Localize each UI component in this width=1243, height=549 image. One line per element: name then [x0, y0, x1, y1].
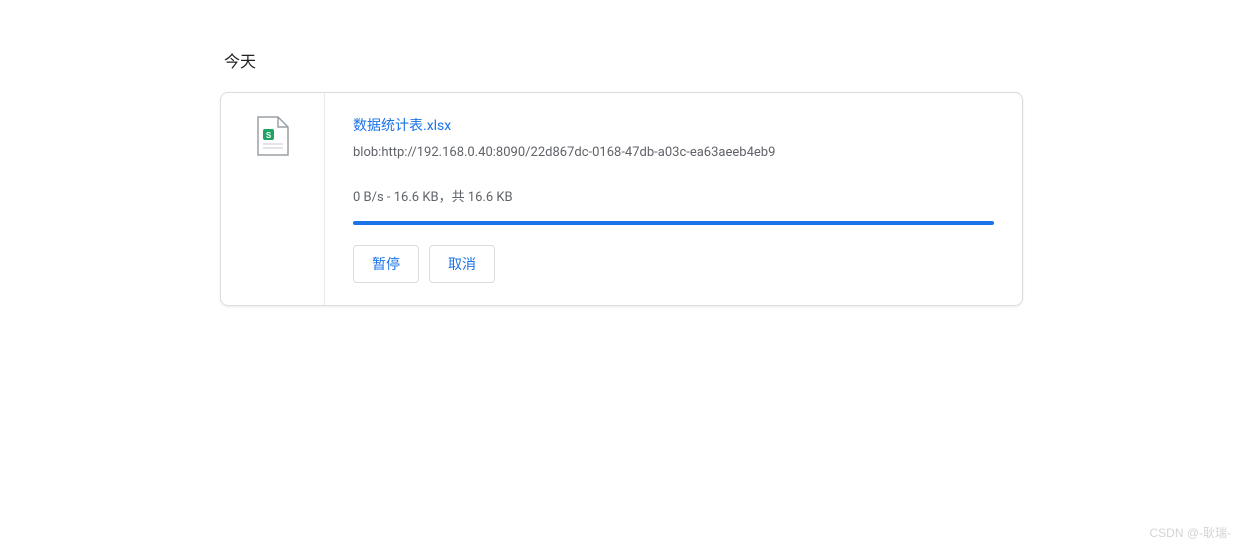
download-content: 数据统计表.xlsx blob:http://192.168.0.40:8090…: [325, 93, 1022, 305]
download-card: S 数据统计表.xlsx blob:http://192.168.0.40:80…: [220, 92, 1023, 306]
spreadsheet-file-icon: S: [256, 115, 290, 157]
download-progress-text: 0 B/s - 16.6 KB，共 16.6 KB: [353, 186, 994, 205]
pause-button[interactable]: 暂停: [353, 245, 419, 283]
download-source-url: blob:http://192.168.0.40:8090/22d867dc-0…: [353, 145, 994, 160]
cancel-button[interactable]: 取消: [429, 245, 495, 283]
download-actions: 暂停 取消: [353, 245, 994, 283]
file-icon-area: S: [221, 93, 325, 305]
section-header-today: 今天: [220, 48, 1023, 72]
download-progress-fill: [353, 221, 994, 225]
download-file-name[interactable]: 数据统计表.xlsx: [353, 115, 994, 135]
watermark-text: CSDN @-耿瑞-: [1149, 524, 1231, 541]
svg-text:S: S: [265, 131, 271, 140]
download-progress-bar: [353, 221, 994, 225]
